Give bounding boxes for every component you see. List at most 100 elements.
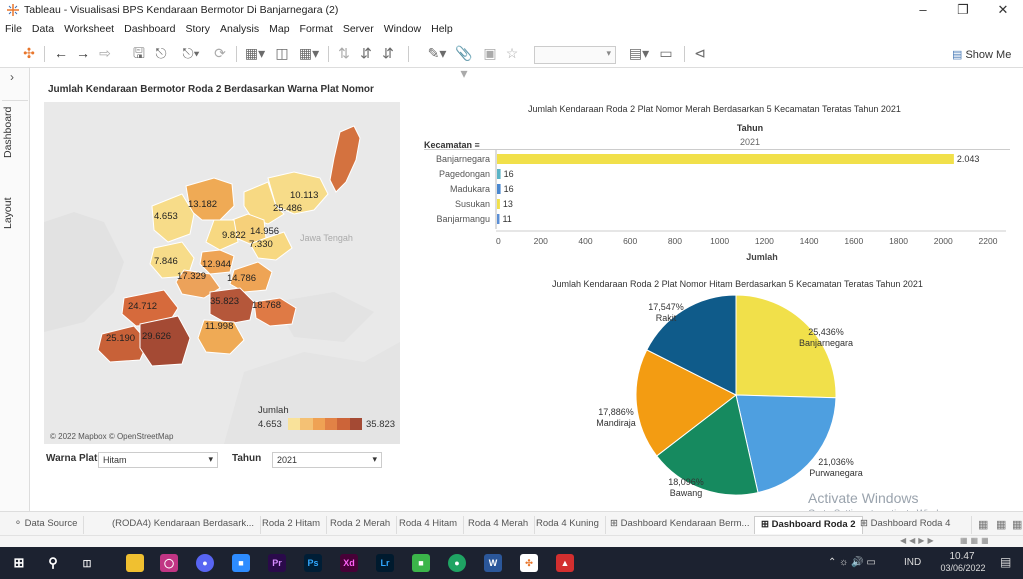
word-icon[interactable]: W bbox=[484, 554, 502, 572]
tab-sheet[interactable]: Roda 2 Hitam bbox=[256, 516, 328, 534]
menu-format[interactable]: Format bbox=[295, 20, 338, 38]
swap-icon[interactable]: ⇅ bbox=[334, 43, 354, 63]
close-icon[interactable]: ✕ bbox=[983, 0, 1023, 20]
pause-updates-icon[interactable]: ⎋▾ bbox=[178, 43, 204, 63]
menu-analysis[interactable]: Analysis bbox=[215, 20, 264, 38]
system-tray-icons[interactable]: ⌃ ☼ 🔊 ▭ bbox=[828, 557, 876, 568]
clock-date[interactable]: 03/06/2022 bbox=[938, 563, 988, 573]
tab-dashboard-roda4[interactable]: ⊞ Dashboard Roda 4 bbox=[854, 516, 972, 534]
sort-desc-icon[interactable]: ⇵ bbox=[378, 43, 398, 63]
notifications-icon[interactable]: ▤ bbox=[1000, 555, 1011, 569]
x-tick-label: 1400 bbox=[800, 236, 819, 246]
menu-worksheet[interactable]: Worksheet bbox=[59, 20, 119, 38]
pin-icon[interactable]: ☆ bbox=[502, 43, 522, 63]
dashboard-icon: ⊞ bbox=[761, 519, 772, 530]
group-icon[interactable]: 📎▾ bbox=[452, 43, 476, 81]
map-label: 9.822 bbox=[222, 230, 246, 241]
bar-value-label: 11 bbox=[502, 214, 511, 224]
lightroom-icon[interactable]: Lr bbox=[376, 554, 394, 572]
restore-icon[interactable]: ❐ bbox=[943, 0, 983, 20]
premiere-pro-icon[interactable]: Pr bbox=[268, 554, 286, 572]
clear-sheet-icon[interactable]: ▦▾ bbox=[296, 43, 322, 63]
new-story-tab-icon[interactable]: ▦ bbox=[1012, 518, 1022, 531]
show-cards-icon[interactable]: ▤▾ bbox=[626, 43, 652, 63]
minimize-icon[interactable]: – bbox=[903, 0, 943, 20]
tableau-home-icon[interactable]: ✣ bbox=[20, 43, 38, 63]
chrome-icon[interactable]: ● bbox=[448, 554, 466, 572]
tab-data-source[interactable]: ⚬ Data Source bbox=[8, 516, 85, 534]
tab-sheet[interactable]: Roda 2 Merah bbox=[324, 516, 398, 534]
duplicate-icon[interactable]: ◫ bbox=[272, 43, 292, 63]
tab-sheet[interactable]: (RODA4) Kendaraan Berdasark... bbox=[106, 516, 262, 534]
bar-mark[interactable] bbox=[497, 169, 501, 179]
tab-sheet[interactable]: Roda 4 Hitam bbox=[393, 516, 465, 534]
forward-icon[interactable]: → bbox=[74, 43, 92, 63]
view-mode-icons[interactable]: ▦▦▦ bbox=[960, 536, 992, 545]
highlight-icon[interactable]: ✎▾ bbox=[424, 43, 450, 63]
menu-map[interactable]: Map bbox=[264, 20, 294, 38]
language-indicator[interactable]: IND bbox=[904, 557, 921, 568]
new-datasource-icon[interactable]: ⎋ bbox=[152, 43, 170, 63]
redo-icon[interactable]: ⇨ bbox=[96, 43, 114, 63]
bar-chart: Banjarnegara 2.043 Pagedongan 16 Madukara 16 S… bbox=[436, 150, 1006, 262]
x-tick-label: 600 bbox=[623, 236, 637, 246]
menu-dashboard[interactable]: Dashboard bbox=[119, 20, 180, 38]
warna-filter-select[interactable]: Hitam ▾ bbox=[98, 452, 218, 468]
tahun-filter-select[interactable]: 2021 ▾ bbox=[272, 452, 382, 468]
xd-icon[interactable]: Xd bbox=[340, 554, 358, 572]
expand-chevron-icon[interactable]: › bbox=[10, 70, 14, 84]
sheet-tab-bar: ⚬ Data Source (RODA4) Kendaraan Berdasar… bbox=[0, 511, 1023, 535]
labels-icon[interactable]: ▣ bbox=[480, 43, 500, 63]
refresh-icon[interactable]: ⟳ bbox=[210, 43, 230, 63]
tab-sheet[interactable]: Roda 4 Kuning bbox=[530, 516, 606, 534]
tab-sheet[interactable]: Roda 4 Merah bbox=[462, 516, 536, 534]
windows-start-icon[interactable]: ⊞ bbox=[10, 554, 28, 572]
tab-dashboard-roda2[interactable]: ⊞ Dashboard Roda 2 bbox=[754, 516, 863, 534]
windows-taskbar: ⊞ ⚲ ◫ ◯ ● ■ Pr Ps Xd Lr ■ ● W ✣ ▲ ⌃ ☼ 🔊 … bbox=[0, 547, 1023, 579]
acrobat-icon[interactable]: ▲ bbox=[556, 554, 574, 572]
tab-dashboard-kendaraan[interactable]: ⊞ Dashboard Kendaraan Berm... bbox=[604, 516, 757, 534]
menu-window[interactable]: Window bbox=[379, 20, 426, 38]
new-dashboard-tab-icon[interactable]: ▦ bbox=[996, 518, 1006, 531]
sheet-navigation-icons[interactable]: ◀◀▶▶ bbox=[900, 536, 937, 545]
x-tick-label: 0 bbox=[496, 236, 501, 246]
bar-mark[interactable] bbox=[497, 184, 501, 194]
save-icon[interactable]: 🖫 bbox=[130, 43, 148, 63]
bar-category-label: Susukan bbox=[455, 199, 490, 209]
menu-data[interactable]: Data bbox=[27, 20, 59, 38]
new-worksheet-tab-icon[interactable]: ▦ bbox=[978, 518, 988, 531]
discord-icon[interactable]: ● bbox=[196, 554, 214, 572]
instagram-icon[interactable]: ◯ bbox=[160, 554, 178, 572]
fit-dropdown[interactable]: ▾ bbox=[534, 46, 616, 64]
photoshop-icon[interactable]: Ps bbox=[304, 554, 322, 572]
tab-layout[interactable]: Layout bbox=[2, 190, 28, 236]
zoom-icon[interactable]: ■ bbox=[232, 554, 250, 572]
map-attribution: © 2022 Mapbox © OpenStreetMap bbox=[50, 432, 174, 441]
activate-windows-watermark: Activate Windows bbox=[808, 490, 919, 506]
bar-mark[interactable] bbox=[497, 154, 954, 164]
presentation-icon[interactable]: ▭ bbox=[656, 43, 676, 63]
task-view-icon[interactable]: ◫ bbox=[78, 554, 96, 572]
menu-story[interactable]: Story bbox=[180, 20, 215, 38]
clock-time[interactable]: 10.47 bbox=[942, 551, 982, 562]
map-view[interactable]: Jawa Tengah 10.113 13.182 25.486 4.653 1… bbox=[44, 102, 400, 444]
legend-max: 35.823 bbox=[366, 419, 396, 430]
menu-file[interactable]: File bbox=[0, 20, 27, 38]
search-icon[interactable]: ⚲ bbox=[44, 554, 62, 572]
menu-help[interactable]: Help bbox=[426, 20, 458, 38]
back-icon[interactable]: ← bbox=[52, 43, 70, 63]
show-me-button[interactable]: ▤ Show Me bbox=[952, 48, 1011, 61]
sort-asc-icon[interactable]: ⇵ bbox=[356, 43, 376, 63]
bar-value-label: 13 bbox=[503, 199, 513, 209]
pie-slice-name: Bawang bbox=[670, 488, 703, 498]
tableau-taskbar-icon[interactable]: ✣ bbox=[520, 554, 538, 572]
tab-dashboard[interactable]: Dashboard bbox=[2, 100, 28, 164]
file-explorer-icon[interactable] bbox=[126, 554, 144, 572]
line-icon[interactable]: ■ bbox=[412, 554, 430, 572]
menu-server[interactable]: Server bbox=[338, 20, 379, 38]
bar-mark[interactable] bbox=[497, 214, 500, 224]
bar-mark[interactable] bbox=[497, 199, 500, 209]
share-icon[interactable]: ⊲ bbox=[690, 43, 710, 63]
new-worksheet-icon[interactable]: ▦▾ bbox=[242, 43, 268, 63]
x-tick-label: 1000 bbox=[710, 236, 729, 246]
